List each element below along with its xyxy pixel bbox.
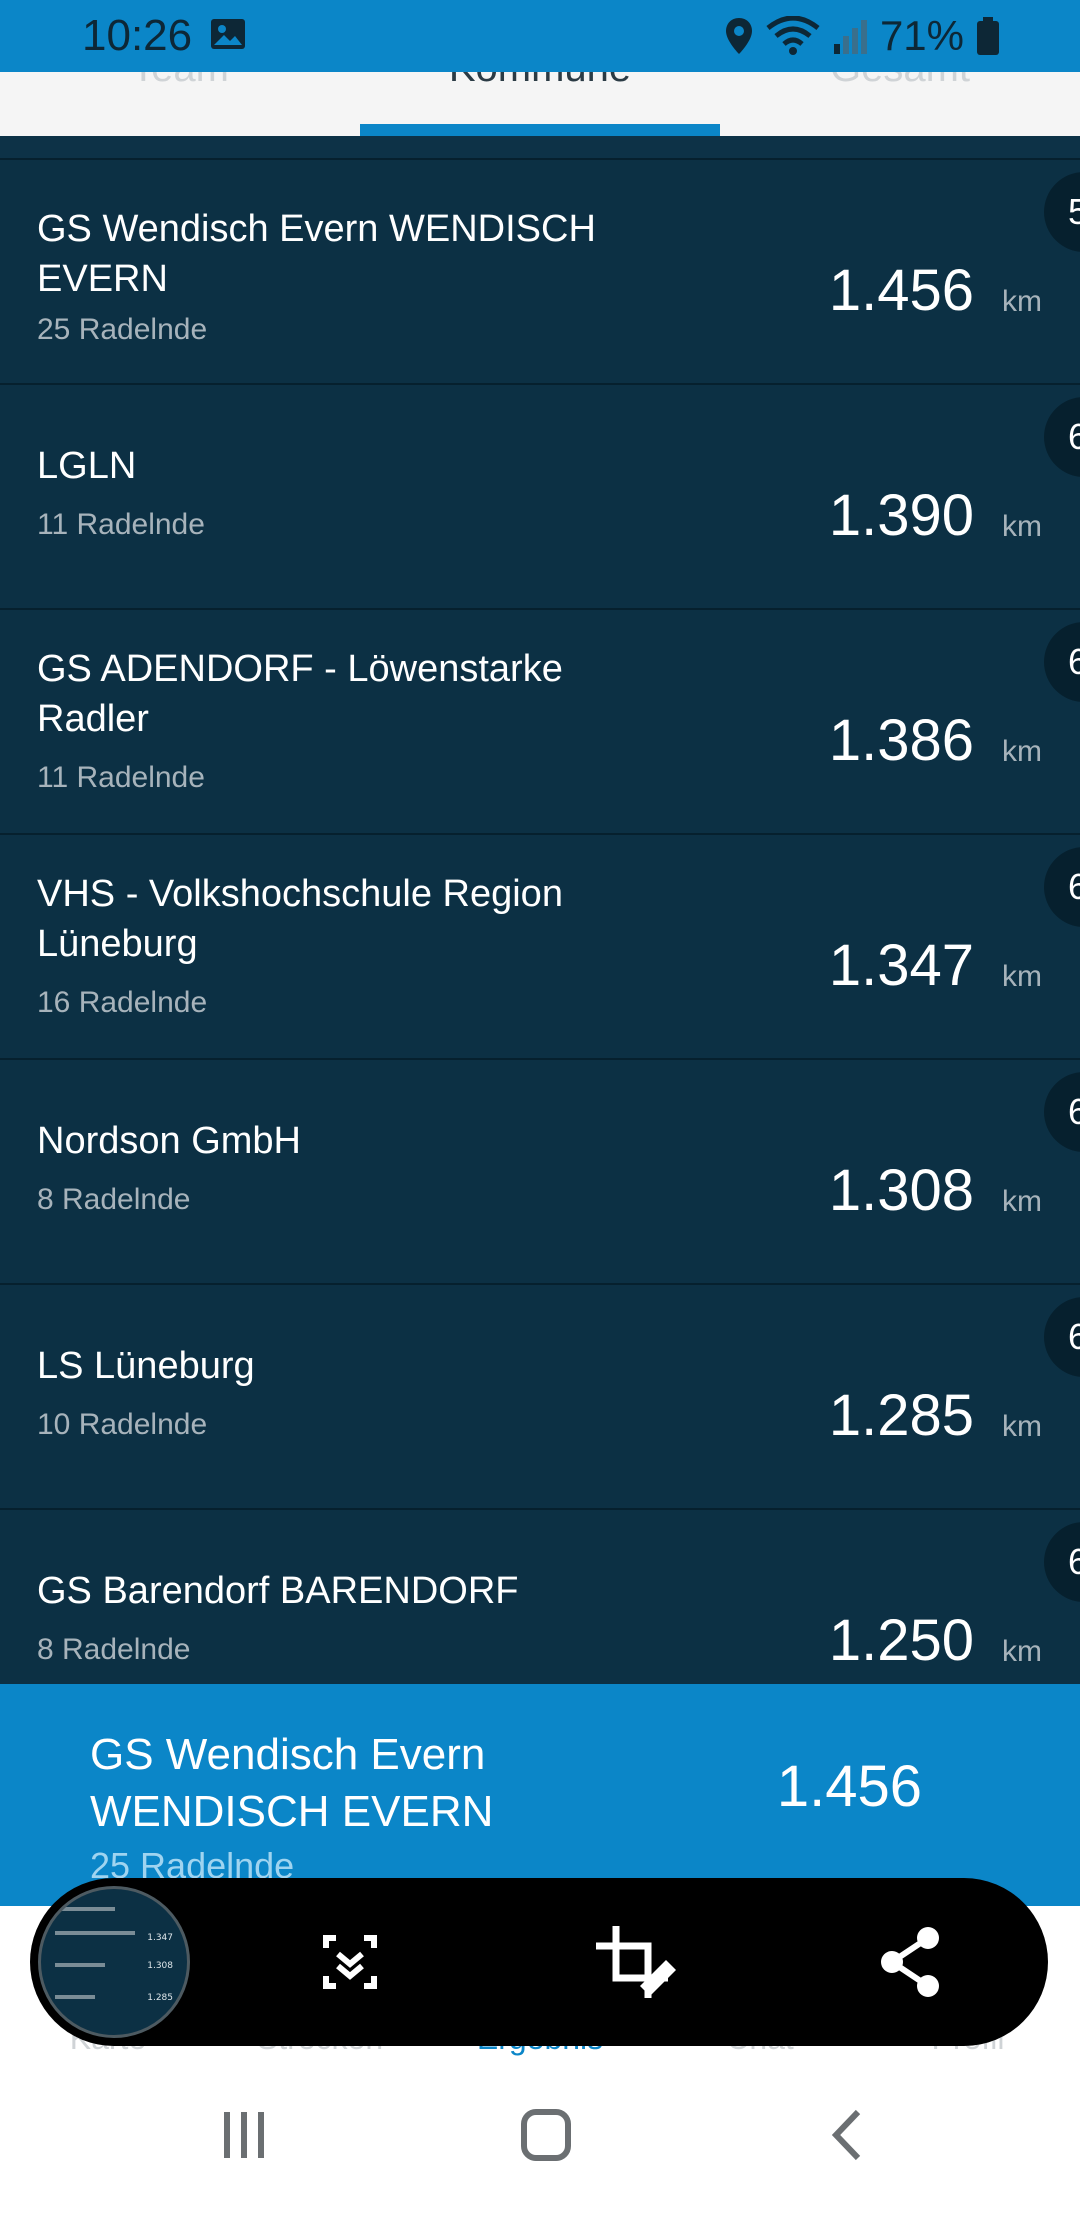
rank-badge: 5 bbox=[1044, 172, 1080, 252]
tab-gesamt[interactable]: Gesamt bbox=[720, 72, 1080, 106]
list-item[interactable]: 6 LS Lüneburg 10 Radelnde 1.285 km bbox=[0, 1285, 1080, 1510]
distance-value: 1.347 bbox=[828, 933, 974, 998]
scroll-capture-icon[interactable] bbox=[296, 1908, 404, 2016]
distance-value: 1.308 bbox=[828, 1158, 974, 1223]
gallery-notification-icon bbox=[211, 19, 245, 49]
rank-badge: 6 bbox=[1044, 622, 1080, 702]
distance-unit: km bbox=[1002, 1635, 1042, 1668]
distance-unit: km bbox=[1002, 510, 1042, 543]
active-tab-indicator bbox=[360, 124, 720, 136]
rider-count: 8 Radelnde bbox=[37, 1183, 191, 1216]
team-name: GS ADENDORF - Löwenstarke Radler bbox=[37, 648, 563, 740]
distance-unit: km bbox=[1002, 285, 1042, 318]
distance-value: 1.250 bbox=[828, 1608, 974, 1673]
home-icon[interactable] bbox=[486, 2096, 606, 2176]
team-name: LS Lüneburg bbox=[37, 1345, 255, 1387]
list-divider bbox=[0, 136, 1080, 160]
ranking-list[interactable]: 5 GS Wendisch Evern WENDISCH EVERN 25 Ra… bbox=[0, 136, 1080, 1684]
battery-icon bbox=[977, 17, 999, 55]
rider-count: 25 Radelnde bbox=[37, 313, 208, 346]
status-bar: 10:26 71% bbox=[0, 0, 1080, 72]
own-team-name: GS Wendisch Evern WENDISCH EVERN bbox=[90, 1730, 494, 1836]
distance-value: 1.285 bbox=[828, 1383, 974, 1448]
location-icon bbox=[725, 18, 752, 54]
own-team-distance: 1.456 bbox=[776, 1754, 922, 1819]
crop-edit-icon[interactable] bbox=[578, 1908, 686, 2016]
distance-unit: km bbox=[1002, 1410, 1042, 1443]
list-item[interactable]: 6 LGLN 11 Radelnde 1.390 km bbox=[0, 385, 1080, 610]
system-navigation-bar bbox=[0, 2056, 1080, 2220]
rider-count: 11 Radelnde bbox=[37, 761, 205, 794]
thumbnail-text-line bbox=[55, 1995, 95, 1999]
team-name: VHS - Volkshochschule Region Lüneburg bbox=[37, 873, 563, 965]
team-name: Nordson GmbH bbox=[37, 1120, 301, 1162]
rank-badge: 6 bbox=[1044, 397, 1080, 477]
distance-value: 1.386 bbox=[828, 708, 974, 773]
distance-unit: km bbox=[1002, 960, 1042, 993]
thumbnail-text-line bbox=[55, 1963, 105, 1967]
signal-icon bbox=[833, 20, 867, 54]
back-icon[interactable] bbox=[788, 2096, 908, 2176]
rider-count: 10 Radelnde bbox=[37, 1408, 208, 1441]
rank-badge: 6 bbox=[1044, 1072, 1080, 1152]
share-icon[interactable] bbox=[856, 1908, 964, 2016]
rider-count: 11 Radelnde bbox=[37, 508, 205, 541]
list-item[interactable]: 6 GS ADENDORF - Löwenstarke Radler 11 Ra… bbox=[0, 610, 1080, 835]
thumbnail-value: 1.347 bbox=[147, 1933, 173, 1943]
tab-bar: Team Kommune Gesamt bbox=[0, 72, 1080, 136]
battery-percent: 71% bbox=[879, 12, 964, 59]
list-item[interactable]: 6 Nordson GmbH 8 Radelnde 1.308 km bbox=[0, 1060, 1080, 1285]
distance-unit: km bbox=[1002, 735, 1042, 768]
thumbnail-value: 1.308 bbox=[147, 1961, 173, 1971]
screenshot-toolbar: 1.347 1.308 1.285 bbox=[30, 1878, 1048, 2046]
thumbnail-value: 1.285 bbox=[147, 1993, 173, 2003]
distance-unit: km bbox=[1002, 1185, 1042, 1218]
rank-badge: 6 bbox=[1044, 1297, 1080, 1377]
thumbnail-text-line bbox=[55, 1907, 115, 1911]
rank-badge: 6 bbox=[1044, 1522, 1080, 1602]
distance-value: 1.390 bbox=[828, 483, 974, 548]
team-name: GS Wendisch Evern WENDISCH EVERN bbox=[37, 208, 596, 300]
team-name: GS Barendorf BARENDORF bbox=[37, 1570, 519, 1612]
team-name: LGLN bbox=[37, 445, 137, 487]
thumbnail-text-line bbox=[55, 1931, 135, 1935]
list-item[interactable]: 6 VHS - Volkshochschule Region Lüneburg … bbox=[0, 835, 1080, 1060]
rider-count: 8 Radelnde bbox=[37, 1633, 191, 1666]
screenshot-thumbnail[interactable]: 1.347 1.308 1.285 bbox=[38, 1886, 190, 2038]
status-indicators: 71% bbox=[724, 8, 1000, 64]
own-team-card[interactable]: GS Wendisch Evern WENDISCH EVERN 25 Rade… bbox=[0, 1684, 1080, 1906]
rider-count: 16 Radelnde bbox=[37, 986, 208, 1019]
recents-icon[interactable] bbox=[184, 2096, 304, 2176]
tab-kommune[interactable]: Kommune bbox=[360, 72, 720, 106]
rank-badge: 6 bbox=[1044, 847, 1080, 927]
status-time: 10:26 bbox=[82, 11, 193, 60]
wifi-icon bbox=[766, 16, 820, 55]
list-item[interactable]: 6 GS Barendorf BARENDORF 8 Radelnde 1.25… bbox=[0, 1510, 1080, 1684]
tab-team[interactable]: Team bbox=[0, 72, 360, 106]
list-item[interactable]: 5 GS Wendisch Evern WENDISCH EVERN 25 Ra… bbox=[0, 160, 1080, 385]
distance-value: 1.456 bbox=[828, 258, 974, 323]
